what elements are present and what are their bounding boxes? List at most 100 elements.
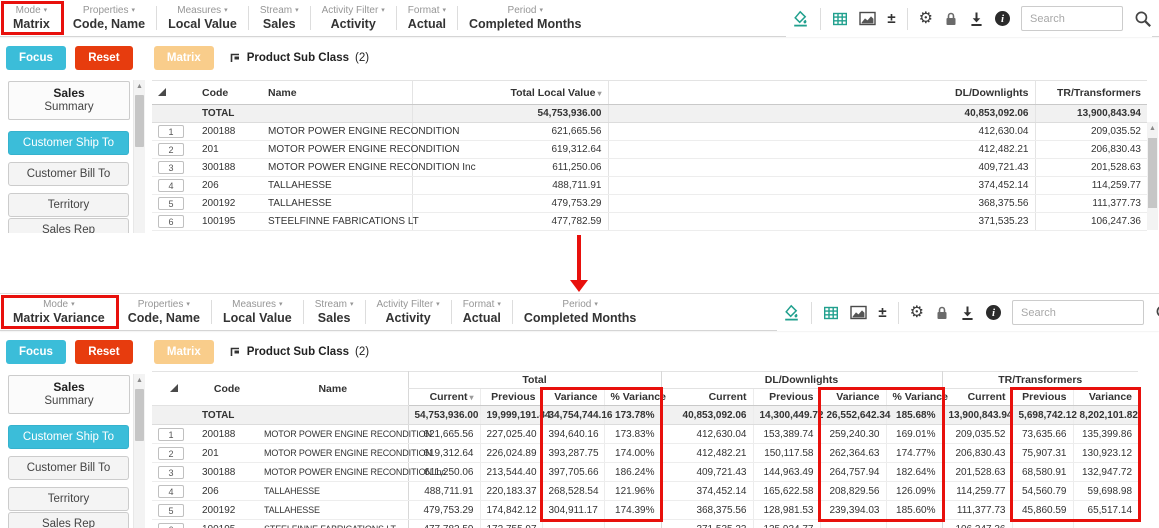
grid-view-icon[interactable] (823, 305, 839, 321)
toolbar-menu[interactable]: Stream▾ Sales (249, 0, 310, 36)
variance-column-header[interactable]: Variance (820, 389, 886, 406)
search-icon[interactable] (1155, 304, 1159, 322)
fill-color-icon[interactable] (792, 10, 809, 27)
fill-color-icon[interactable] (783, 304, 800, 321)
variance-column-header[interactable]: Variance (1073, 389, 1138, 406)
code-link[interactable]: 201 (196, 141, 262, 159)
toolbar-menu[interactable]: Stream▾ Sales (304, 294, 365, 330)
code-link[interactable]: 201 (196, 444, 258, 463)
mode-menu[interactable]: Mode▾ Matrix Variance (2, 294, 116, 330)
toolbar-menu[interactable]: Period▾ Completed Months (513, 294, 648, 330)
code-link[interactable]: 206 (196, 482, 258, 501)
row-number-button[interactable]: 4 (158, 179, 184, 192)
sidebar-item-customer-ship-to[interactable]: Customer Ship To (8, 425, 129, 449)
code-column-header[interactable]: Code (196, 372, 258, 406)
row-number-button[interactable]: 4 (158, 485, 184, 498)
row-number-button[interactable]: 6 (158, 523, 184, 528)
download-icon[interactable] (960, 305, 975, 321)
settings-gear-icon[interactable]: ⚙ (910, 305, 924, 321)
row-number-button[interactable]: 5 (158, 197, 184, 210)
search-icon[interactable] (1134, 10, 1152, 28)
collapse-corner-icon[interactable] (152, 372, 196, 406)
current-column-header[interactable]: Current (942, 389, 1012, 406)
plus-minus-icon[interactable]: ± (887, 11, 895, 26)
pct-variance-column-header[interactable]: % Variance (886, 389, 942, 406)
grid-view-icon[interactable] (832, 11, 848, 27)
code-link[interactable]: 200188 (196, 123, 262, 141)
code-link[interactable]: 206 (196, 177, 262, 195)
total-column-header[interactable]: Total Local Value▾ (412, 81, 608, 105)
code-link[interactable]: 200192 (196, 195, 262, 213)
focus-button[interactable]: Focus (6, 46, 66, 70)
matrix-level-chip[interactable]: Product Sub Class (2) (229, 346, 369, 358)
toolbar-menu[interactable]: Measures▾ Local Value (157, 0, 248, 36)
variance-column-header[interactable]: Variance (542, 389, 604, 406)
info-icon[interactable]: i (995, 11, 1010, 26)
reset-button[interactable]: Reset (75, 340, 133, 364)
previous-column-header[interactable]: Previous (480, 389, 542, 406)
sidebar-item-summary[interactable]: Sales Summary (8, 375, 130, 414)
scroll-up-icon[interactable]: ▲ (134, 374, 145, 384)
code-link[interactable]: 200188 (196, 425, 258, 444)
code-link[interactable]: 200192 (196, 501, 258, 520)
row-number-button[interactable]: 2 (158, 143, 184, 156)
lock-icon[interactable] (935, 305, 949, 321)
current-column-header[interactable]: Current (661, 389, 753, 406)
row-number-button[interactable]: 5 (158, 504, 184, 517)
focus-button[interactable]: Focus (6, 340, 66, 364)
code-column-header[interactable]: Code (196, 81, 262, 105)
sidebar-item-summary[interactable]: Sales Summary (8, 81, 130, 120)
dl-column-header[interactable]: DL/Downlights (608, 81, 1035, 105)
tr-column-header[interactable]: TR/Transformers (1035, 81, 1147, 105)
matrix-level-chip[interactable]: Product Sub Class (2) (229, 52, 369, 64)
row-number-button[interactable]: 2 (158, 447, 184, 460)
sidebar-item-territory[interactable]: Territory (8, 193, 129, 217)
name-column-header[interactable]: Name (258, 372, 408, 406)
matrix-button[interactable]: Matrix (154, 46, 214, 70)
toolbar-menu[interactable]: Properties▾ Code, Name (62, 0, 156, 36)
search-input[interactable] (1012, 300, 1144, 325)
matrix-button[interactable]: Matrix (154, 340, 214, 364)
toolbar-menu[interactable]: Format▾ Actual (452, 294, 512, 330)
sidebar-item-customer-bill-to[interactable]: Customer Bill To (8, 162, 129, 186)
previous-column-header[interactable]: Previous (753, 389, 820, 406)
sidebar-item-customer-ship-to[interactable]: Customer Ship To (8, 131, 129, 155)
mode-menu[interactable]: Mode▾ Matrix (2, 0, 61, 36)
toolbar-menu[interactable]: Period▾ Completed Months (458, 0, 593, 36)
sidebar-item-customer-bill-to[interactable]: Customer Bill To (8, 456, 129, 480)
lock-icon[interactable] (944, 11, 958, 27)
scrollbar-thumb[interactable] (135, 389, 144, 441)
toolbar-menu[interactable]: Format▾ Actual (397, 0, 457, 36)
reset-button[interactable]: Reset (75, 46, 133, 70)
row-number-button[interactable]: 1 (158, 428, 184, 441)
code-link[interactable]: 300188 (196, 159, 262, 177)
info-icon[interactable]: i (986, 305, 1001, 320)
chart-view-icon[interactable] (850, 305, 867, 320)
row-number-button[interactable]: 1 (158, 125, 184, 138)
current-column-header[interactable]: Current▾ (408, 389, 480, 406)
sidebar-item-territory[interactable]: Territory (8, 487, 129, 511)
toolbar-menu[interactable]: Activity Filter▾ Activity (366, 294, 451, 330)
name-column-header[interactable]: Name (262, 81, 412, 105)
sidebar-item-sales-rep[interactable]: Sales Rep (8, 512, 129, 528)
settings-gear-icon[interactable]: ⚙ (919, 11, 933, 27)
collapse-corner-icon[interactable] (152, 81, 196, 105)
pct-variance-column-header[interactable]: % Variance (604, 389, 661, 406)
scroll-up-icon[interactable]: ▲ (1147, 122, 1158, 132)
scrollbar-thumb[interactable] (1148, 138, 1157, 208)
plus-minus-icon[interactable]: ± (878, 305, 886, 320)
toolbar-menu[interactable]: Properties▾ Code, Name (117, 294, 211, 330)
code-link[interactable]: 100195 (196, 520, 258, 528)
scrollbar-thumb[interactable] (135, 95, 144, 147)
code-link[interactable]: 100195 (196, 213, 262, 231)
row-number-button[interactable]: 6 (158, 215, 184, 228)
download-icon[interactable] (969, 11, 984, 27)
chart-view-icon[interactable] (859, 11, 876, 26)
scroll-up-icon[interactable]: ▲ (134, 80, 145, 90)
toolbar-menu[interactable]: Measures▾ Local Value (212, 294, 303, 330)
search-input[interactable] (1021, 6, 1123, 31)
row-number-button[interactable]: 3 (158, 466, 184, 479)
sidebar-item-sales-rep[interactable]: Sales Rep (8, 218, 129, 233)
toolbar-menu[interactable]: Activity Filter▾ Activity (311, 0, 396, 36)
row-number-button[interactable]: 3 (158, 161, 184, 174)
